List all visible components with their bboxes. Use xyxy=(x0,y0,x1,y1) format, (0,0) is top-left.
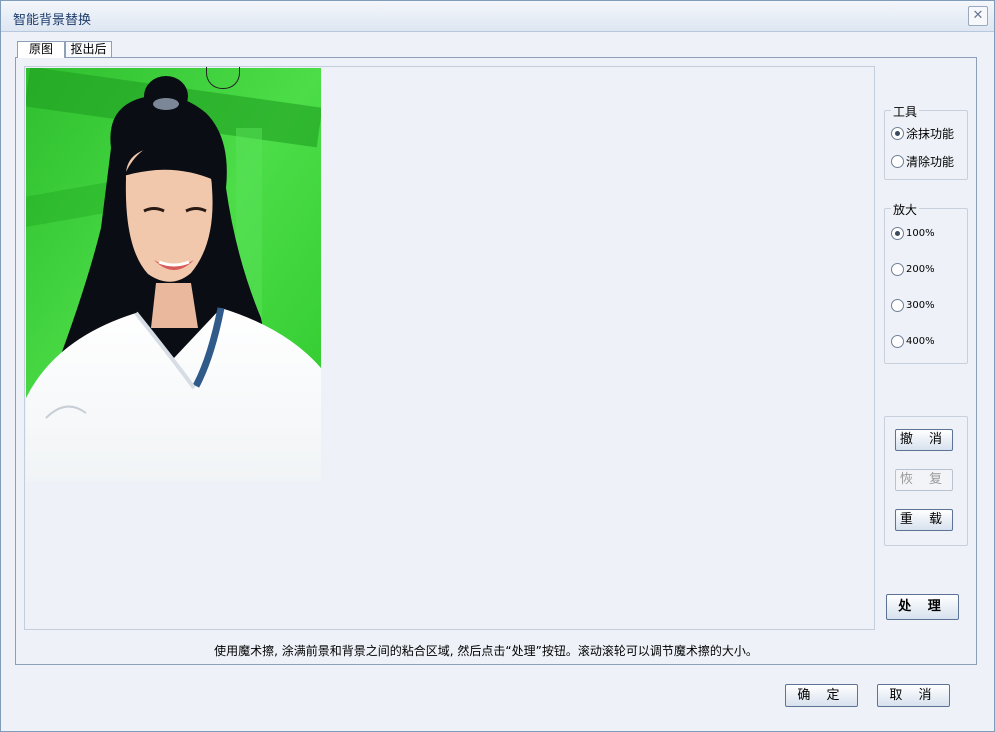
zoom-300-label: 300% xyxy=(906,299,935,311)
process-button[interactable]: 处 理 xyxy=(886,594,959,620)
radio-zoom-400[interactable]: 400% xyxy=(891,333,935,349)
tab-panel: 使用魔术擦, 涂满前景和背景之间的粘合区域, 然后点击“处理”按钮。滚动滚轮可以… xyxy=(15,57,977,665)
tools-group: 工具 涂抹功能 清除功能 xyxy=(884,103,968,180)
close-icon[interactable]: ✕ xyxy=(968,6,988,26)
portrait-image xyxy=(26,68,321,481)
radio-button[interactable] xyxy=(891,154,904,168)
title-bar[interactable]: 智能背景替换 ✕ xyxy=(1,1,994,32)
radio-erase[interactable]: 清除功能 xyxy=(891,153,954,169)
tools-group-title: 工具 xyxy=(891,103,920,120)
zoom-200-label: 200% xyxy=(906,263,935,275)
zoom-group: 放大 100% 200% 300% 400% xyxy=(884,201,968,364)
undo-button[interactable]: 撤 消 xyxy=(895,429,953,451)
radio-button[interactable] xyxy=(891,334,904,348)
ok-button[interactable]: 确 定 xyxy=(785,684,858,707)
zoom-group-title: 放大 xyxy=(891,201,920,218)
cancel-button[interactable]: 取 消 xyxy=(877,684,950,707)
tab-original[interactable]: 原图 xyxy=(17,41,65,58)
radio-button[interactable] xyxy=(891,262,904,276)
image-canvas[interactable] xyxy=(24,66,875,630)
radio-smear[interactable]: 涂抹功能 xyxy=(891,125,954,141)
tab-extracted[interactable]: 抠出后 xyxy=(65,41,112,57)
radio-smear-label: 涂抹功能 xyxy=(906,126,955,141)
radio-zoom-100[interactable]: 100% xyxy=(891,225,935,241)
radio-button[interactable] xyxy=(891,298,904,312)
redo-button[interactable]: 恢 复 xyxy=(895,469,953,491)
zoom-400-label: 400% xyxy=(906,335,935,347)
history-group: 撤 消 恢 复 重 载 xyxy=(884,416,968,546)
radio-zoom-300[interactable]: 300% xyxy=(891,297,935,313)
reload-button[interactable]: 重 载 xyxy=(895,509,953,531)
zoom-100-label: 100% xyxy=(906,227,935,239)
instruction-text: 使用魔术擦, 涂满前景和背景之间的粘合区域, 然后点击“处理”按钮。滚动滚轮可以… xyxy=(214,644,758,658)
window-title: 智能背景替换 xyxy=(13,13,92,28)
radio-button[interactable] xyxy=(891,226,904,240)
radio-zoom-200[interactable]: 200% xyxy=(891,261,935,277)
radio-erase-label: 清除功能 xyxy=(906,154,955,169)
radio-button[interactable] xyxy=(891,126,904,140)
dialog-window: 智能背景替换 ✕ 原图 抠出后 使用魔术擦, 涂满前景和背景之间的粘合区域, 然… xyxy=(0,0,995,732)
